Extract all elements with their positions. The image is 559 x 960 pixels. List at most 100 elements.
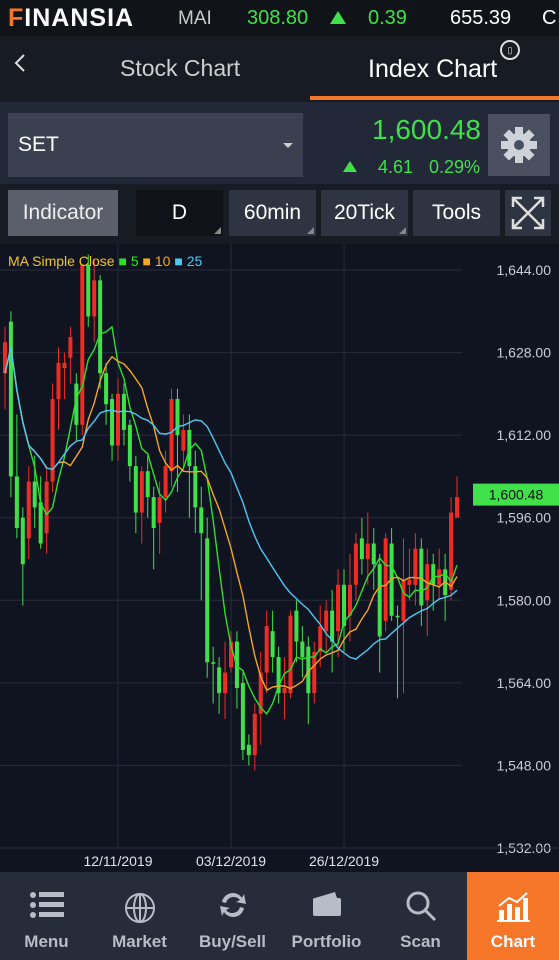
tab-stock-chart[interactable]: Stock Chart: [120, 55, 240, 82]
candle-body: [169, 399, 174, 472]
tab-index-chart[interactable]: Index Chart: [368, 55, 497, 84]
candle-body: [383, 538, 388, 621]
candle-body: [8, 321, 13, 477]
fullscreen-button[interactable]: [505, 190, 551, 236]
wallet-icon: [312, 892, 341, 916]
candle-body: [347, 584, 352, 616]
index-change-percent: 0.29%: [429, 157, 481, 177]
candle-body: [365, 543, 370, 559]
bottom-nav: Menu Market Buy/Sell Portfolio Scan Char…: [0, 872, 559, 960]
candle-body: [62, 362, 67, 369]
candle-body: [300, 641, 305, 658]
screenshot-icon[interactable]: ▯: [500, 40, 520, 60]
candle-body: [359, 538, 364, 559]
nav-menu[interactable]: Menu: [0, 872, 93, 960]
bar-chart-icon: [497, 892, 530, 922]
candle-body: [371, 543, 376, 565]
candle-body: [407, 579, 412, 585]
swap-arrows-icon: [219, 893, 246, 917]
globe-icon: [124, 893, 155, 923]
x-tick-label: 03/12/2019: [196, 853, 266, 869]
period-day-button[interactable]: D: [136, 190, 223, 236]
candle-body: [98, 280, 103, 374]
period-60min-button[interactable]: 60min: [229, 190, 316, 236]
indicator-button[interactable]: Indicator: [8, 190, 118, 236]
candle-body: [270, 631, 275, 658]
nav-menu-label: Menu: [24, 932, 69, 951]
candle-body: [205, 538, 210, 663]
ticker-next: C: [542, 7, 557, 29]
nav-scan[interactable]: Scan: [374, 872, 467, 960]
index-price: 1,600.48: [372, 114, 481, 145]
nav-buy-sell[interactable]: Buy/Sell: [186, 872, 279, 960]
period-60min-label: 60min: [243, 201, 302, 224]
nav-buy-sell-label: Buy/Sell: [198, 932, 267, 951]
period-20tick-button[interactable]: 20Tick: [321, 190, 408, 236]
candle-body: [68, 337, 73, 358]
expand-icon: [511, 196, 545, 230]
candle-body: [86, 264, 91, 317]
candle-body: [151, 497, 156, 529]
y-tick-label: 1,612.00: [497, 427, 552, 443]
candlestick-chart[interactable]: 1,644.00 1,628.00 1,612.00 1,596.00 1,580.00…: [0, 244, 559, 872]
menu-icon: [29, 892, 64, 918]
candle-body: [92, 280, 97, 317]
candle-body: [80, 264, 85, 425]
candle-body: [211, 662, 216, 664]
candle-body: [330, 610, 335, 642]
x-tick-label: 26/12/2019: [309, 853, 379, 869]
candle-body: [282, 688, 287, 694]
legend-label: MA Simple Close: [8, 253, 115, 269]
candle-body: [199, 507, 204, 534]
chart-toolbar: Indicator D 60min 20Tick Tools: [0, 184, 559, 244]
candle-body: [38, 502, 43, 544]
candle-body: [26, 481, 31, 539]
chevron-down-icon: [283, 143, 293, 148]
candle-body: [455, 497, 460, 518]
index-selector[interactable]: SET: [8, 113, 303, 177]
candle-body: [431, 564, 436, 585]
candle-body: [294, 610, 299, 642]
candle-body: [401, 579, 406, 621]
candle-body: [353, 543, 358, 585]
index-selector-value: SET: [18, 133, 59, 156]
candle-body: [395, 615, 400, 618]
nav-market-label: Market: [112, 932, 167, 951]
candle-body: [163, 466, 168, 498]
nav-chart[interactable]: Chart: [467, 872, 559, 960]
candle-body: [133, 466, 138, 513]
candle-body: [181, 429, 186, 451]
candle-body: [240, 682, 245, 750]
chart-canvas[interactable]: 1,644.00 1,628.00 1,612.00 1,596.00 1,580.00…: [0, 244, 559, 872]
nav-market[interactable]: Market: [93, 872, 186, 960]
candle-body: [312, 651, 317, 694]
y-tick-label: 1,596.00: [497, 510, 552, 526]
candle-body: [336, 584, 341, 632]
last-price-tag-label: 1,600.48: [489, 487, 544, 503]
candle-body: [110, 399, 115, 446]
finansia-logo: FINANSIA: [8, 4, 135, 32]
candle-body: [14, 476, 19, 529]
y-tick-label: 1,580.00: [497, 592, 552, 608]
active-tab-indicator: [310, 96, 559, 100]
y-tick-label: 1,628.00: [497, 345, 552, 361]
gear-icon: [501, 127, 537, 163]
ticker-index-change: 0.39: [368, 7, 407, 29]
candle-body: [56, 362, 61, 400]
candle-body: [145, 471, 150, 498]
chart-tabs: Stock Chart Index Chart ▯: [0, 36, 559, 102]
candle-body: [20, 517, 25, 565]
nav-portfolio[interactable]: Portfolio: [279, 872, 374, 960]
settings-button[interactable]: [488, 114, 550, 176]
back-chevron-icon[interactable]: [14, 52, 26, 80]
candle-body: [127, 424, 132, 467]
candle-body: [115, 393, 120, 446]
candle-body: [44, 481, 49, 534]
tools-button[interactable]: Tools: [413, 190, 500, 236]
candle-body: [264, 626, 269, 673]
candle-body: [413, 548, 418, 585]
index-info-bar: SET 1,600.48 4.61 0.29%: [0, 102, 559, 184]
period-20tick-label: 20Tick: [333, 201, 396, 224]
ticker-volume: 655.39: [450, 7, 512, 29]
y-tick-label: 1,644.00: [497, 262, 552, 278]
